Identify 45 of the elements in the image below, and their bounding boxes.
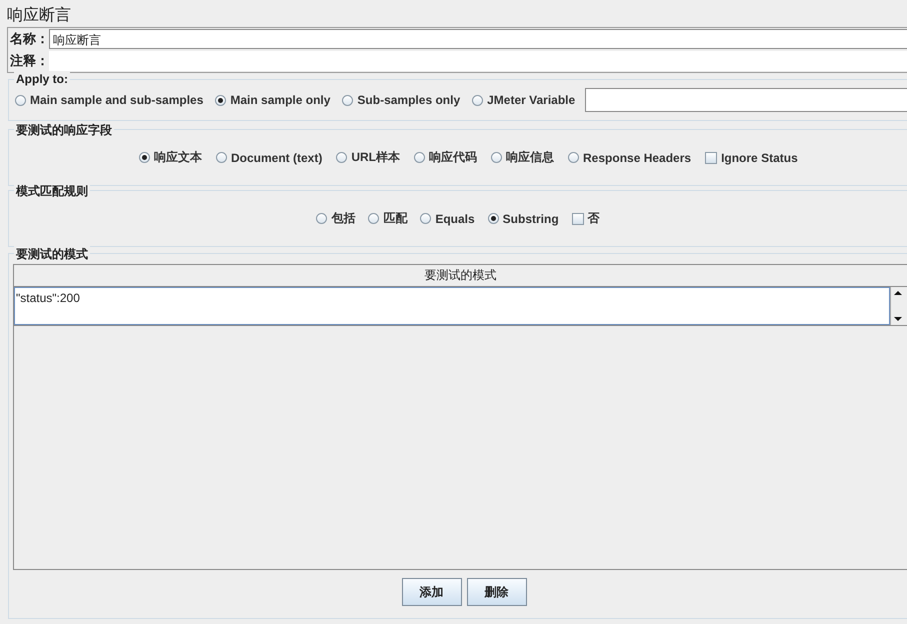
name-label: 名称： bbox=[8, 30, 49, 48]
option-label: 响应信息 bbox=[506, 149, 554, 166]
radio-button[interactable] bbox=[139, 152, 150, 163]
option-label: Document (text) bbox=[231, 150, 322, 164]
group-title: Apply to: bbox=[14, 72, 70, 86]
option-label: Main sample and sub-samples bbox=[30, 93, 204, 107]
checkbox[interactable] bbox=[705, 152, 718, 164]
checkbox[interactable] bbox=[572, 212, 584, 224]
group-title: 要测试的模式 bbox=[14, 246, 90, 263]
radio-button[interactable] bbox=[342, 94, 354, 106]
radio-button[interactable] bbox=[472, 94, 484, 106]
option-label: 否 bbox=[588, 210, 600, 227]
panel-title: 响应断言 bbox=[6, 6, 72, 26]
action-button[interactable]: 删除 bbox=[466, 578, 526, 606]
scrollbar[interactable] bbox=[890, 287, 907, 325]
radio-button[interactable] bbox=[336, 152, 348, 163]
option-label: JMeter Variable bbox=[487, 93, 576, 107]
radio-button[interactable] bbox=[414, 152, 426, 163]
action-button[interactable]: 添加 bbox=[402, 578, 462, 606]
radio-button[interactable] bbox=[568, 152, 580, 163]
option-label: 匹配 bbox=[383, 210, 408, 227]
radio-button[interactable] bbox=[215, 94, 226, 106]
group-title: 模式匹配规则 bbox=[14, 183, 90, 200]
radio-button[interactable] bbox=[491, 152, 502, 163]
option-label: Substring bbox=[502, 212, 559, 226]
radio-button[interactable] bbox=[368, 213, 380, 224]
radio-button[interactable] bbox=[420, 213, 432, 224]
option-label: Main sample only bbox=[230, 93, 330, 107]
name-field[interactable]: 响应断言 bbox=[49, 29, 907, 49]
radio-button[interactable] bbox=[15, 94, 26, 106]
option-label: Ignore Status bbox=[721, 150, 798, 164]
option-label: 响应代码 bbox=[429, 149, 478, 166]
variable-field[interactable] bbox=[585, 88, 907, 112]
radio-button[interactable] bbox=[216, 152, 227, 163]
option-label: Sub-samples only bbox=[357, 93, 460, 107]
table-cell[interactable]: "status":200 bbox=[14, 287, 890, 325]
option-label: 包括 bbox=[331, 210, 356, 227]
group-title: 要测试的响应字段 bbox=[14, 122, 114, 139]
option-label: URL样本 bbox=[351, 149, 400, 166]
comment-label: 注释： bbox=[9, 52, 49, 70]
radio-button[interactable] bbox=[316, 213, 328, 224]
option-label: Equals bbox=[435, 212, 475, 226]
option-label: Response Headers bbox=[583, 150, 692, 164]
radio-button[interactable] bbox=[488, 213, 499, 224]
option-label: 响应文本 bbox=[154, 149, 202, 166]
